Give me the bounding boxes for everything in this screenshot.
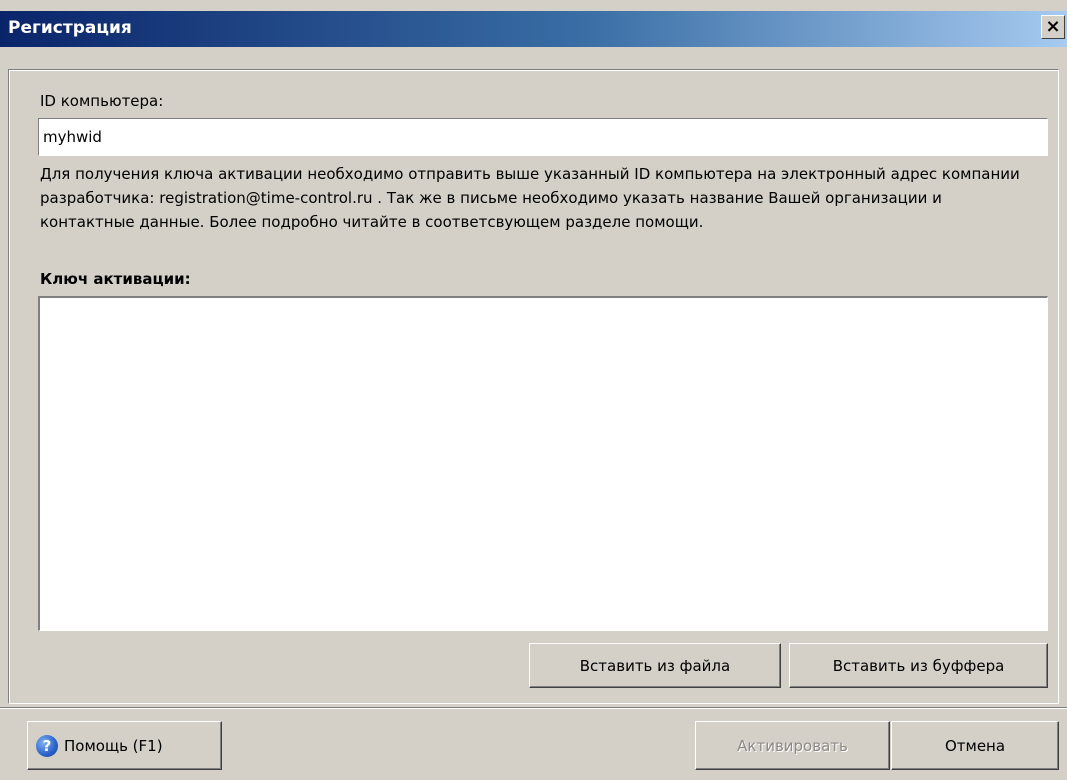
footer-separator [0,707,1067,709]
activate-button[interactable]: Активировать [695,721,890,770]
computer-id-label: ID компьютера: [40,92,164,110]
help-icon: ? [36,734,58,757]
help-button-label: Помощь (F1) [64,736,163,755]
paste-from-file-button[interactable]: Вставить из файла [529,643,781,688]
cancel-button[interactable]: Отмена [891,721,1059,770]
close-icon: × [1045,16,1061,37]
activation-key-textarea[interactable] [38,296,1048,631]
activation-key-label: Ключ активации: [40,270,191,288]
paste-from-clipboard-button[interactable]: Вставить из буффера [789,643,1048,688]
computer-id-field[interactable] [38,118,1048,156]
instructions-text: Для получения ключа активации необходимо… [40,165,1020,231]
close-button[interactable]: × [1041,15,1065,39]
window-title: Регистрация [8,18,132,38]
title-bar[interactable]: Регистрация × [0,11,1067,47]
registration-dialog: Регистрация × ID компьютера: Для получен… [0,0,1067,780]
help-button[interactable]: ? Помощь (F1) [27,721,222,770]
